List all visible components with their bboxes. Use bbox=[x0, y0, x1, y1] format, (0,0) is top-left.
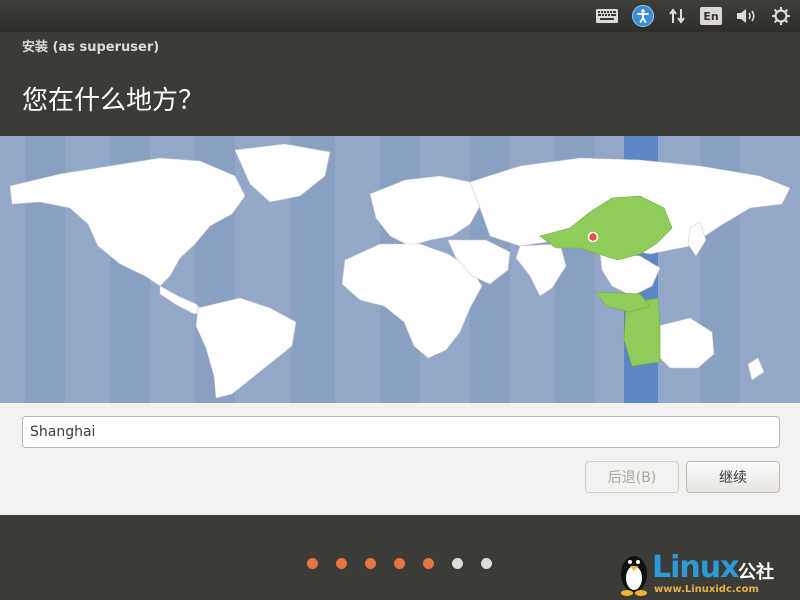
progress-indicator bbox=[307, 558, 510, 569]
volume-icon[interactable] bbox=[736, 5, 758, 27]
page-title: 您在什么地方？ bbox=[22, 86, 205, 116]
gear-icon[interactable] bbox=[772, 5, 790, 27]
penguin-icon bbox=[621, 556, 647, 596]
timezone-map[interactable] bbox=[0, 136, 800, 403]
progress-dot-complete bbox=[423, 558, 434, 569]
window-title: 安装 (as superuser) bbox=[22, 40, 160, 55]
network-arrows-icon[interactable] bbox=[668, 5, 686, 27]
location-search-input[interactable] bbox=[22, 416, 780, 448]
watermark-suffix: 公社 bbox=[738, 562, 774, 583]
progress-dot-complete bbox=[365, 558, 376, 569]
language-icon: En bbox=[700, 7, 722, 25]
keyboard-icon[interactable] bbox=[596, 5, 618, 27]
top-panel: En bbox=[0, 0, 800, 32]
indicator-area: En bbox=[582, 5, 790, 27]
location-pin bbox=[587, 231, 599, 243]
accessibility-icon[interactable] bbox=[632, 5, 654, 27]
language-indicator[interactable]: En bbox=[700, 5, 722, 27]
continue-button[interactable]: 继续 bbox=[686, 461, 780, 493]
content-area: 后退(B) 继续 bbox=[0, 403, 800, 515]
watermark-brand: Linux bbox=[652, 550, 739, 585]
progress-dot-pending bbox=[481, 558, 492, 569]
watermark-url: www.Linuxidc.com bbox=[654, 584, 759, 595]
progress-dot-complete bbox=[394, 558, 405, 569]
watermark-logo: Linux 公社 www.Linuxidc.com bbox=[616, 546, 796, 598]
progress-dot-complete bbox=[336, 558, 347, 569]
progress-dot-complete bbox=[307, 558, 318, 569]
back-button[interactable]: 后退(B) bbox=[585, 461, 679, 493]
progress-dot-pending bbox=[452, 558, 463, 569]
